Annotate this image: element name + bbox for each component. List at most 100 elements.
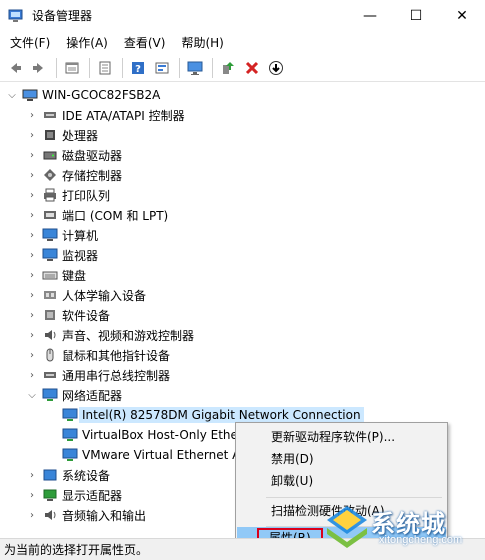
tree-category-label: 鼠标和其他指针设备 [62,348,171,363]
tree-category-cpu[interactable]: › 处理器 [26,125,98,145]
action-icon[interactable] [151,57,173,79]
tree-device-label: VirtualBox Host-Only Ethe [82,428,238,442]
expand-arrow-icon[interactable]: › [26,145,38,165]
tree-category-hid[interactable]: › 人体学输入设备 [26,285,146,305]
tree-category-label: 网络适配器 [62,388,123,403]
minimize-button[interactable]: — [347,0,393,31]
tree-category-label: 计算机 [62,228,99,243]
expand-arrow-icon[interactable]: › [26,125,38,145]
tree-category-keyboard[interactable]: › 键盘 [26,265,86,285]
tree-category-label: 磁盘驱动器 [62,148,123,163]
network-adapter-icon [62,447,78,463]
tree-device-vmware[interactable]: VMware Virtual Ethernet A [58,445,240,465]
disk-icon [42,147,58,163]
sound-icon [42,327,58,343]
expand-arrow-icon[interactable]: › [26,185,38,205]
expand-arrow-icon[interactable]: › [26,245,38,265]
audio-icon [42,507,58,523]
menu-file[interactable]: 文件(F) [4,33,56,53]
expand-arrow-icon[interactable]: › [26,505,38,525]
tree-category-monitor[interactable]: › 监视器 [26,245,98,265]
tree-category-label: 系统设备 [62,468,111,483]
tree-category-network[interactable]: ⌵ 网络适配器 [26,385,122,405]
menu-action[interactable]: 操作(A) [60,33,114,53]
tree-category-computer[interactable]: › 计算机 [26,225,98,245]
tree-category-disk[interactable]: › 磁盘驱动器 [26,145,122,165]
display-icon [42,487,58,503]
ctx-update-driver[interactable]: 更新驱动程序软件(P)... [237,426,446,448]
network-adapter-icon [62,427,78,443]
expand-arrow-icon[interactable]: › [26,485,38,505]
tree-root-label: WIN-GCOC82FSB2A [42,88,161,102]
tree-category-sound[interactable]: › 声音、视频和游戏控制器 [26,325,194,345]
storage-icon [42,167,58,183]
status-text: 为当前的选择打开属性页。 [4,543,149,557]
menu-help[interactable]: 帮助(H) [175,33,229,53]
monitor-icon[interactable] [184,57,206,79]
svg-text:?: ? [135,64,141,75]
ctx-disable[interactable]: 禁用(D) [237,448,446,470]
cpu-icon [42,127,58,143]
tree-category-display[interactable]: › 显示适配器 [26,485,122,505]
tree-category-label: 存储控制器 [62,168,123,183]
tree-category-storage[interactable]: › 存储控制器 [26,165,122,185]
device-manager-icon [8,8,24,24]
download-icon[interactable] [265,57,287,79]
help-icon[interactable]: ? [127,57,149,79]
collapse-arrow-icon[interactable]: ⌵ [6,85,18,105]
tree-category-printer[interactable]: › 打印队列 [26,185,110,205]
tree-category-label: 打印队列 [62,188,111,203]
software-icon [42,307,58,323]
tree-category-software[interactable]: › 软件设备 [26,305,110,325]
port-icon [42,207,58,223]
expand-arrow-icon[interactable]: › [26,225,38,245]
update-driver-icon[interactable] [217,57,239,79]
tree-category-label: 软件设备 [62,308,111,323]
toolbar-separator [179,57,180,78]
properties-icon[interactable] [94,57,116,79]
toolbar: ? [0,54,485,82]
close-button[interactable]: ✕ [439,0,485,31]
menu-view[interactable]: 查看(V) [118,33,172,53]
title-bar: 设备管理器 — ☐ ✕ [0,0,485,31]
collapse-arrow-icon[interactable]: ⌵ [26,385,38,405]
expand-arrow-icon[interactable]: › [26,105,38,125]
expand-arrow-icon[interactable]: › [26,305,38,325]
view-icon[interactable] [61,57,83,79]
tree-category-port[interactable]: › 端口 (COM 和 LPT) [26,205,168,225]
tree-category-label: 声音、视频和游戏控制器 [62,328,195,343]
tree-device-virtualbox[interactable]: VirtualBox Host-Only Ethe [58,425,238,445]
ctx-separator [266,497,442,498]
system-icon [42,467,58,483]
tree-category-label: 处理器 [62,128,99,143]
forward-icon[interactable] [28,57,50,79]
tree-category-label: 通用串行总线控制器 [62,368,171,383]
menu-bar: 文件(F) 操作(A) 查看(V) 帮助(H) [0,31,485,54]
remove-icon[interactable] [241,57,263,79]
maximize-button[interactable]: ☐ [393,0,439,31]
monitor-icon [42,247,58,263]
ctx-uninstall[interactable]: 卸载(U) [237,470,446,492]
printer-icon [42,187,58,203]
keyboard-icon [42,267,58,283]
network-adapter-icon [62,407,78,423]
tree-category-ide[interactable]: › IDE ATA/ATAPI 控制器 [26,105,185,125]
computer-icon [22,87,38,103]
hid-icon [42,287,58,303]
expand-arrow-icon[interactable]: › [26,205,38,225]
tree-category-label: 监视器 [62,248,99,263]
expand-arrow-icon[interactable]: › [26,325,38,345]
tree-category-system[interactable]: › 系统设备 [26,465,110,485]
expand-arrow-icon[interactable]: › [26,365,38,385]
expand-arrow-icon[interactable]: › [26,285,38,305]
expand-arrow-icon[interactable]: › [26,165,38,185]
tree-category-usb[interactable]: › 通用串行总线控制器 [26,365,170,385]
tree-category-audio[interactable]: › 音频输入和输出 [26,505,146,525]
expand-arrow-icon[interactable]: › [26,465,38,485]
toolbar-separator [56,57,57,78]
tree-category-mouse[interactable]: › 鼠标和其他指针设备 [26,345,170,365]
expand-arrow-icon[interactable]: › [26,265,38,285]
back-icon[interactable] [4,57,26,79]
expand-arrow-icon[interactable]: › [26,345,38,365]
tree-root[interactable]: ⌵ WIN-GCOC82FSB2A [6,85,160,105]
